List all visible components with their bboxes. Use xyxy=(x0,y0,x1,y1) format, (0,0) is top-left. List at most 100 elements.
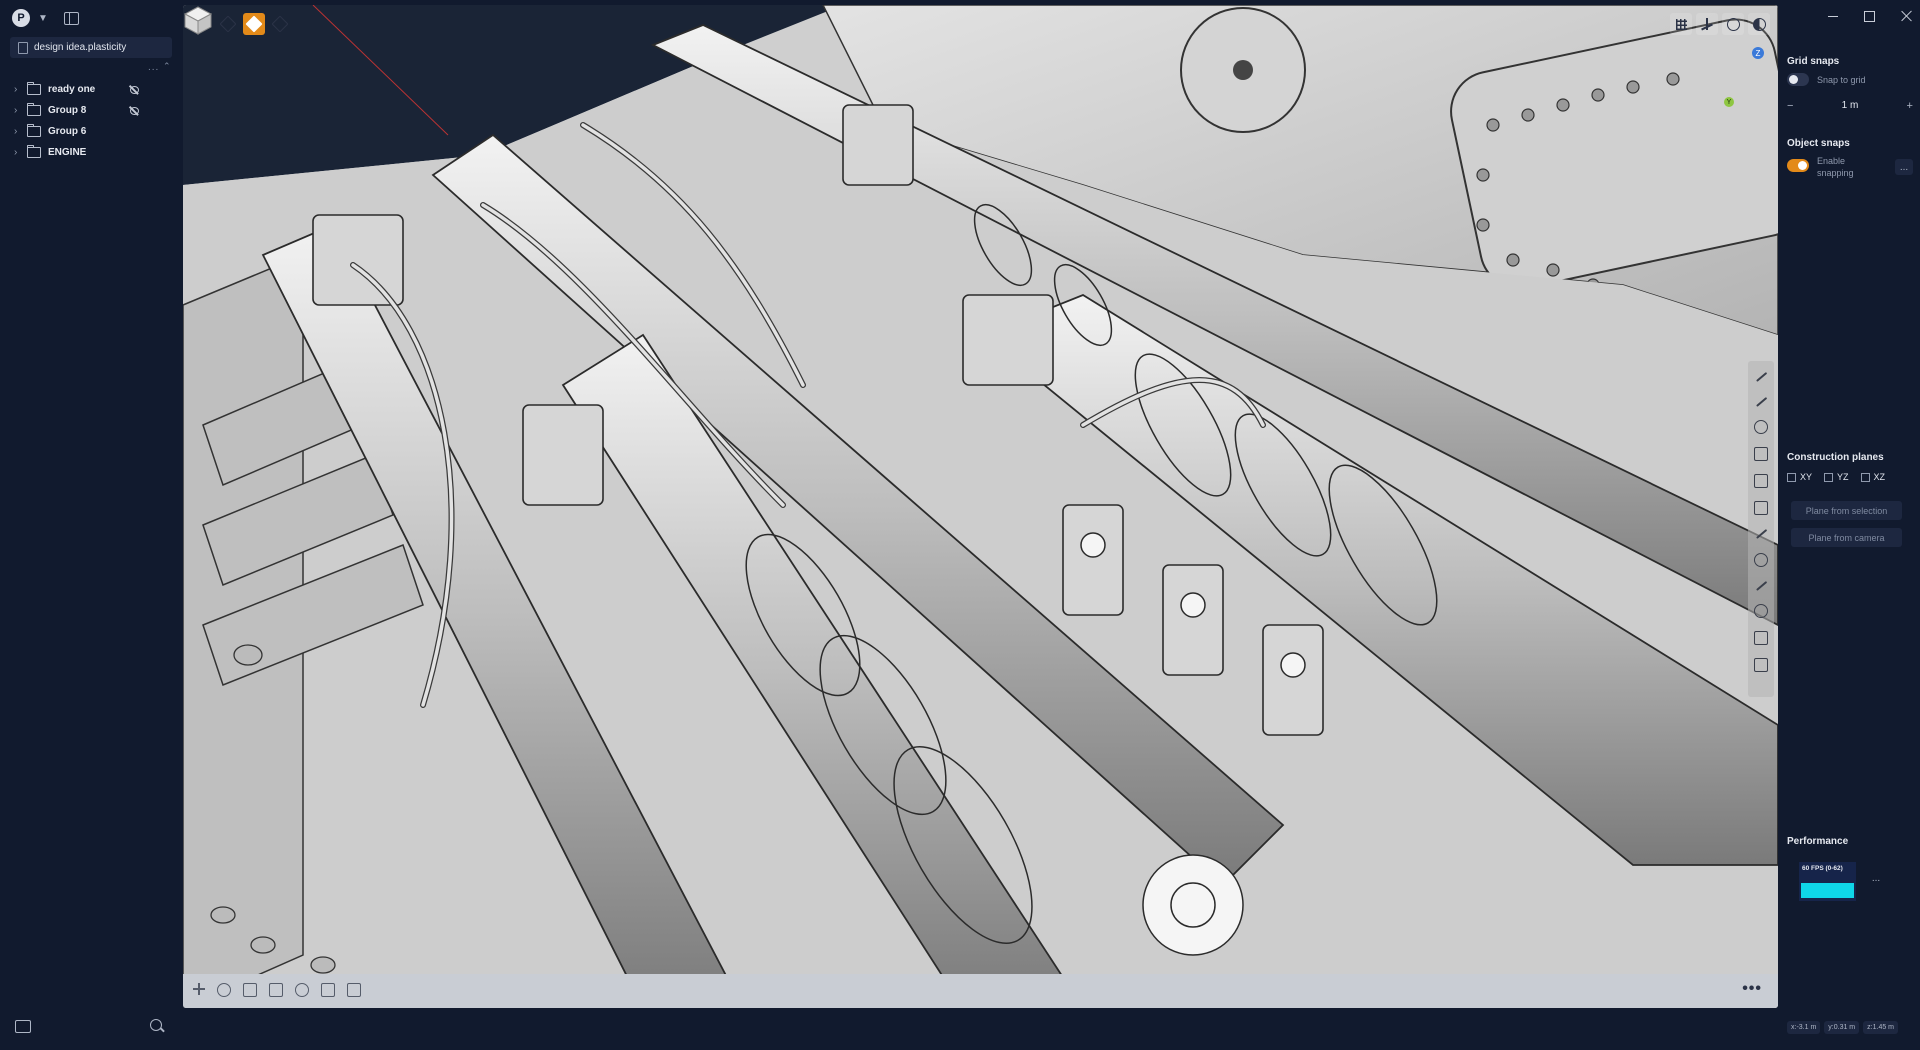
plane-label: XY xyxy=(1800,472,1813,482)
face-mode-icon xyxy=(245,15,263,33)
eye-off-icon[interactable] xyxy=(128,84,140,96)
panel-toggle-icon[interactable] xyxy=(63,11,79,25)
tree-item-group-6[interactable]: › Group 6 xyxy=(14,121,174,142)
plane-xy[interactable]: XY xyxy=(1787,472,1812,482)
engine-model-render[interactable] xyxy=(183,5,1778,1008)
layers-tool-icon[interactable] xyxy=(1754,658,1768,672)
construction-planes-title: Construction planes xyxy=(1787,452,1884,463)
solid-tool-icon[interactable] xyxy=(1754,631,1768,645)
folder-icon xyxy=(27,103,41,116)
transform-tools xyxy=(193,983,361,997)
enable-snapping-toggle[interactable] xyxy=(1787,159,1809,172)
boolean-tool-icon[interactable] xyxy=(1754,604,1768,618)
tree-item-group-8[interactable]: › Group 8 xyxy=(14,100,174,121)
coord-y: y:0.31 m xyxy=(1824,1021,1860,1034)
curve-tool-icon[interactable] xyxy=(1755,396,1767,407)
construction-plane-options: XY YZ XZ xyxy=(1787,472,1885,482)
file-name: design idea.plasticity xyxy=(34,42,127,53)
chevron-right-icon[interactable]: › xyxy=(14,126,20,137)
axes-toggle-button[interactable] xyxy=(1696,13,1718,35)
tree-item-label: Group 6 xyxy=(48,126,87,137)
axes-icon xyxy=(1701,18,1713,30)
file-name-box[interactable]: design idea.plasticity xyxy=(10,37,172,58)
plane-xz[interactable]: XZ xyxy=(1860,472,1886,482)
close-icon[interactable] xyxy=(1901,10,1913,22)
plane-from-camera-button[interactable]: Plane from camera xyxy=(1791,528,1902,547)
folder-icon xyxy=(27,145,41,158)
line-tool-icon[interactable] xyxy=(1755,371,1767,382)
duplicate-icon[interactable] xyxy=(269,983,283,997)
folder-icon xyxy=(27,82,41,95)
collapse-caret-icon[interactable]: ⌃ xyxy=(163,61,171,72)
maximize-icon[interactable] xyxy=(1864,11,1875,22)
move-icon[interactable] xyxy=(193,983,205,995)
grid-icon xyxy=(1675,18,1687,30)
performance-more-button[interactable]: ... xyxy=(1867,870,1885,886)
grid-snaps-title: Grid snaps xyxy=(1787,56,1840,67)
spline-tool-icon[interactable] xyxy=(1755,528,1767,539)
nav-z-axis-badge[interactable]: Z xyxy=(1752,47,1764,59)
enable-snapping-label-1: Enable xyxy=(1817,156,1846,166)
nav-y-axis-badge[interactable]: Y xyxy=(1724,97,1734,107)
minimize-icon[interactable] xyxy=(1828,16,1838,17)
chevron-right-icon[interactable]: › xyxy=(14,147,20,158)
grid-step-stepper: − 1 m + xyxy=(1787,97,1913,114)
snap-to-grid-toggle[interactable] xyxy=(1787,73,1809,86)
object-snaps-title: Object snaps xyxy=(1787,138,1850,149)
grid-toggle-button[interactable] xyxy=(1670,13,1692,35)
zoom-icon[interactable] xyxy=(150,1019,162,1031)
edge-mode-button[interactable] xyxy=(217,13,239,35)
plane-label: XZ xyxy=(1873,472,1886,482)
polygon-tool-icon[interactable] xyxy=(1754,447,1768,461)
app-logo[interactable]: P xyxy=(12,9,30,27)
grid-step-decrement[interactable]: − xyxy=(1787,100,1793,112)
properties-panel: Grid snaps Snap to grid − 1 m + Object s… xyxy=(1781,0,1920,1050)
render-mode-button[interactable] xyxy=(1722,13,1744,35)
outliner-tree: › ready one › Group 8 › Group 6 › ENGINE xyxy=(14,79,174,163)
snap-to-grid-label: Snap to grid xyxy=(1817,75,1866,85)
plane-from-selection-button[interactable]: Plane from selection xyxy=(1791,501,1902,520)
fps-label: 60 FPS (0-62) xyxy=(1802,865,1843,872)
box-tool-icon[interactable] xyxy=(1754,501,1768,515)
app-header: P ▼ xyxy=(12,9,79,27)
plane-icon xyxy=(1824,472,1834,482)
offset-icon[interactable] xyxy=(295,983,309,997)
cut-tool-icon[interactable] xyxy=(1754,552,1768,567)
fps-meter: 60 FPS (0-62) xyxy=(1799,862,1856,901)
scale-icon[interactable] xyxy=(243,983,257,997)
cylinder-tool-icon[interactable] xyxy=(1754,474,1768,488)
folder-open-icon[interactable] xyxy=(15,1020,31,1033)
tree-item-ready-one[interactable]: › ready one xyxy=(14,79,174,100)
circle-tool-icon[interactable] xyxy=(1754,420,1768,434)
eye-off-icon[interactable] xyxy=(128,105,140,117)
solid-mode-button[interactable] xyxy=(269,13,291,35)
folder-icon xyxy=(27,124,41,137)
array-icon[interactable] xyxy=(347,983,361,997)
tree-item-label: Group 8 xyxy=(48,105,87,116)
mirror-icon[interactable] xyxy=(321,983,335,997)
bottom-more-button[interactable]: ••• xyxy=(1742,980,1762,998)
coord-x: x:-3.1 m xyxy=(1787,1021,1821,1034)
grid-step-increment[interactable]: + xyxy=(1907,100,1913,112)
plane-yz[interactable]: YZ xyxy=(1824,472,1849,482)
chevron-down-icon[interactable]: ▼ xyxy=(38,13,48,24)
performance-title: Performance xyxy=(1787,836,1849,847)
outliner-menu-button[interactable]: ... xyxy=(148,62,159,73)
chevron-right-icon[interactable]: › xyxy=(14,84,20,95)
navigation-cube[interactable] xyxy=(183,5,213,35)
edge-mode-icon xyxy=(219,15,237,33)
face-mode-button[interactable] xyxy=(243,13,265,35)
tree-item-engine[interactable]: › ENGINE xyxy=(14,142,174,163)
plane-icon xyxy=(1787,472,1796,482)
viewport-display-toolbar xyxy=(1670,13,1770,35)
rotate-icon[interactable] xyxy=(217,983,231,997)
chevron-right-icon[interactable]: › xyxy=(14,105,20,116)
solid-mode-icon xyxy=(271,15,289,33)
file-icon xyxy=(18,41,28,54)
grid-step-value[interactable]: 1 m xyxy=(1842,100,1859,111)
shading-button[interactable] xyxy=(1748,13,1770,35)
fillet-tool-icon[interactable] xyxy=(1755,580,1767,591)
tree-item-label: ready one xyxy=(48,84,96,95)
3d-viewport[interactable]: Z Y ••• xyxy=(183,5,1778,1008)
object-snaps-more-button[interactable]: ... xyxy=(1895,159,1913,175)
